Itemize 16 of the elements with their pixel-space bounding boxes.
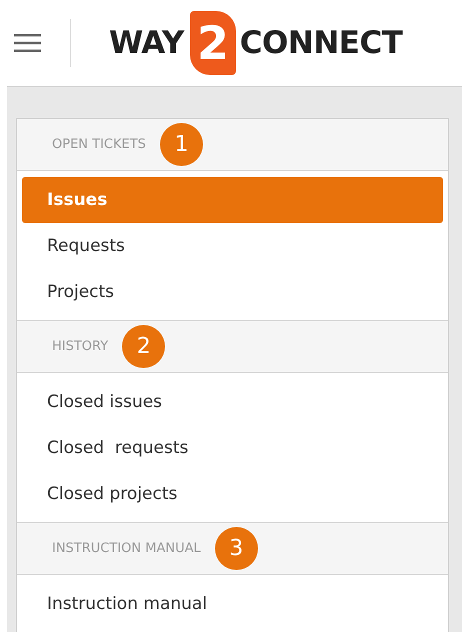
number-badge: 1 bbox=[160, 123, 203, 166]
section-title: HISTORY bbox=[52, 339, 108, 354]
logo-mark: 2 bbox=[190, 11, 236, 75]
section-title: OPEN TICKETS bbox=[52, 137, 146, 152]
menu-item[interactable]: Requests bbox=[22, 223, 443, 269]
section-title: INSTRUCTION MANUAL bbox=[52, 541, 201, 556]
number-badge: 2 bbox=[122, 325, 166, 368]
logo-text: CONNECT bbox=[240, 25, 402, 61]
menu-item[interactable]: Closed issues bbox=[22, 379, 443, 425]
number-badge: 3 bbox=[214, 527, 258, 570]
logo-text: WAY bbox=[109, 25, 184, 61]
menu-icon[interactable] bbox=[14, 33, 41, 53]
menu-item[interactable]: Closed projects bbox=[22, 471, 443, 517]
menu-item[interactable]: Projects bbox=[22, 269, 443, 315]
menu-item[interactable]: Instruction manual bbox=[22, 581, 443, 627]
menu-item[interactable]: Closed requests bbox=[22, 425, 443, 471]
